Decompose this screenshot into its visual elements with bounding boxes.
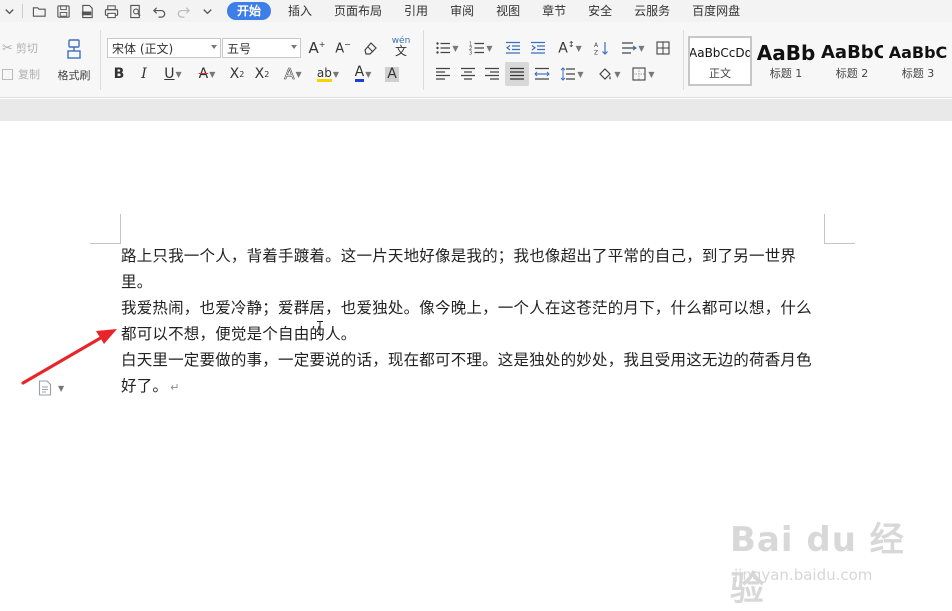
- font-color-icon[interactable]: A ▼: [348, 64, 378, 84]
- strikethrough-icon[interactable]: A ▼: [192, 64, 222, 84]
- watermark-url: jingyan.baidu.com: [734, 566, 873, 584]
- font-name-select[interactable]: 宋体 (正文): [107, 38, 221, 58]
- paint-brush-icon: [63, 38, 85, 63]
- tab-cloud-service[interactable]: 云服务: [623, 0, 681, 22]
- paragraph[interactable]: 我爱热闹，也爱冷静；爱群居，也爱独处。像今晚上，一个人在这苍茫的月下，什么都可以…: [121, 295, 827, 347]
- redo-icon[interactable]: [171, 0, 195, 22]
- font-size-select[interactable]: 五号: [222, 38, 301, 58]
- menu-bar: 开始 插入 页面布局 引用 审阅 视图 章节 安全 云服务 百度网盘: [0, 0, 952, 22]
- eraser-icon[interactable]: [359, 38, 381, 58]
- margin-guide-top-right-h: [825, 243, 855, 244]
- svg-text:3: 3: [469, 51, 472, 57]
- style-heading-2[interactable]: AaBbC 标题 2: [820, 36, 884, 86]
- margin-guide-top-left-v: [120, 214, 121, 244]
- numbered-list-icon[interactable]: 1 2 3 ▼: [466, 38, 496, 58]
- paragraph-text: 白天里一定要做的事，一定要说的话，现在都可不理。这是独处的妙处，我且受用这无边的…: [121, 351, 812, 395]
- tab-section[interactable]: 章节: [531, 0, 577, 22]
- svg-text:A: A: [594, 42, 599, 49]
- tab-insert[interactable]: 插入: [277, 0, 323, 22]
- styles-gallery: AaBbCcDd 正文 AaBb 标题 1 AaBbC 标题 2 AaBbC 标…: [688, 36, 952, 86]
- group-divider: [683, 30, 684, 90]
- paragraph-mark: ↵: [170, 381, 180, 394]
- chevron-down-icon: [211, 45, 217, 49]
- align-left-icon[interactable]: [432, 64, 454, 84]
- group-divider: [423, 30, 424, 90]
- text-effects-icon[interactable]: A ▼: [278, 64, 308, 84]
- paragraph[interactable]: 白天里一定要做的事，一定要说的话，现在都可不理。这是独处的妙处，我且受用这无边的…: [121, 347, 827, 401]
- distributed-align-icon[interactable]: [531, 64, 553, 84]
- ribbon: ✂ 剪切 复制 格式刷 宋体 (正文) 五号 A+ A− wén 文 B I U…: [0, 22, 952, 98]
- divider: [22, 4, 23, 18]
- ruler-gap: [0, 99, 952, 121]
- chevron-down-icon: [291, 45, 297, 49]
- tab-security[interactable]: 安全: [577, 0, 623, 22]
- line-spacing-icon[interactable]: ▼: [557, 64, 587, 84]
- italic-icon[interactable]: I: [133, 64, 155, 84]
- paragraph[interactable]: 路上只我一个人，背着手踱着。这一片天地好像是我的；我也像超出了平常的自己，到了另…: [121, 243, 827, 295]
- svg-text:Z: Z: [594, 50, 598, 57]
- chevron-down-icon[interactable]: [0, 0, 18, 22]
- undo-icon[interactable]: [147, 0, 171, 22]
- document-body[interactable]: 路上只我一个人，背着手踱着。这一片天地好像是我的；我也像超出了平常的自己，到了另…: [121, 243, 827, 401]
- text-cursor-icon: [317, 320, 323, 335]
- superscript-icon[interactable]: X2: [226, 64, 248, 84]
- tab-references[interactable]: 引用: [393, 0, 439, 22]
- margin-guide-top-right-v: [824, 214, 825, 244]
- quick-access-toolbar: [0, 0, 219, 22]
- borders-icon[interactable]: ▼: [628, 64, 658, 84]
- subscript-icon[interactable]: X2: [251, 64, 273, 84]
- grow-font-icon[interactable]: A+: [306, 38, 328, 58]
- customize-dropdown-icon[interactable]: [195, 0, 219, 22]
- underline-icon[interactable]: U ▼: [158, 64, 188, 84]
- tab-review[interactable]: 审阅: [439, 0, 485, 22]
- chevron-down-icon: ▼: [58, 383, 65, 393]
- group-divider: [100, 30, 101, 90]
- cut-button[interactable]: ✂ 剪切: [2, 40, 38, 56]
- style-heading-1[interactable]: AaBb 标题 1: [754, 36, 818, 86]
- shrink-font-icon[interactable]: A−: [332, 38, 354, 58]
- bullet-list-icon[interactable]: ▼: [432, 38, 462, 58]
- align-right-icon[interactable]: [481, 64, 503, 84]
- decrease-indent-icon[interactable]: [502, 38, 524, 58]
- style-normal[interactable]: AaBbCcDd 正文: [688, 36, 752, 86]
- tab-baidu-netdisk[interactable]: 百度网盘: [681, 0, 751, 22]
- change-case-icon[interactable]: A↕ ▼: [555, 38, 585, 58]
- sort-icon[interactable]: AZ: [590, 38, 612, 58]
- table-grid-icon[interactable]: [652, 38, 674, 58]
- phonetic-glyph-icon: 文: [394, 44, 407, 58]
- open-folder-icon[interactable]: [27, 0, 51, 22]
- copy-icon: [2, 68, 13, 80]
- justify-icon[interactable]: [505, 62, 529, 86]
- format-painter-button[interactable]: 格式刷: [54, 38, 94, 83]
- increase-indent-icon[interactable]: [527, 38, 549, 58]
- bold-icon[interactable]: B: [108, 64, 130, 84]
- copy-button[interactable]: 复制: [2, 66, 40, 82]
- tab-view[interactable]: 视图: [485, 0, 531, 22]
- scissors-icon: ✂: [2, 40, 13, 56]
- ribbon-tabs: 开始 插入 页面布局 引用 审阅 视图 章节 安全 云服务 百度网盘: [221, 0, 751, 22]
- style-heading-3[interactable]: AaBbC 标题 3: [886, 36, 950, 86]
- watermark: Bai du 经验 jingyan.baidu.com: [730, 512, 910, 609]
- shading-fill-icon[interactable]: ▼: [594, 64, 624, 84]
- tab-page-layout[interactable]: 页面布局: [323, 0, 393, 22]
- phonetic-guide-button[interactable]: wén 文: [386, 36, 416, 58]
- export-pdf-icon[interactable]: [75, 0, 99, 22]
- paragraph-layout-icon[interactable]: ▼: [38, 380, 66, 396]
- tab-home[interactable]: 开始: [227, 2, 272, 20]
- save-icon[interactable]: [51, 0, 75, 22]
- align-center-icon[interactable]: [457, 64, 479, 84]
- margin-guide-top-left-h: [90, 243, 120, 244]
- watermark-logo: Bai du 经验: [730, 520, 905, 609]
- print-preview-icon[interactable]: [123, 0, 147, 22]
- print-icon[interactable]: [99, 0, 123, 22]
- highlight-icon[interactable]: ab ▼: [312, 64, 344, 84]
- character-shading-icon[interactable]: A: [381, 64, 403, 84]
- line-paragraph-icon[interactable]: ▼: [618, 38, 648, 58]
